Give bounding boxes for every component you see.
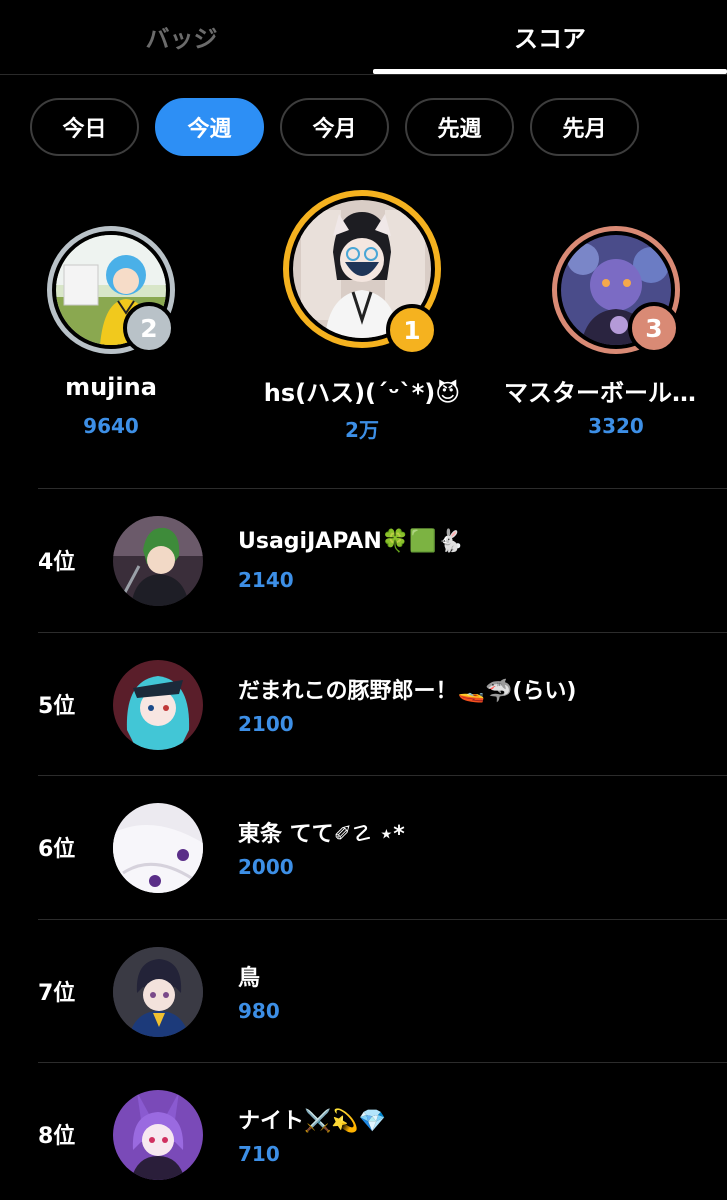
podium-score: 9640 — [83, 414, 139, 438]
rank-label: 5位 — [38, 693, 76, 719]
tab-badges[interactable]: バッジ — [0, 0, 363, 75]
podium-name: mujina — [65, 373, 157, 401]
user-name: 鳥 — [238, 965, 261, 991]
podium-first[interactable]: 1 hs(ハス)(ˊᵕˋ*)😈 2万 — [262, 190, 462, 450]
podium-second[interactable]: 2 mujina 9640 — [11, 190, 211, 450]
user-score: 2140 — [238, 568, 294, 592]
list-item[interactable]: 5位 だまれこの豚野郎ー！🚤🦈(らい) 2100 — [38, 631, 727, 776]
list-item[interactable]: 4位 UsagiJAPAN🍀🟩🐇 2140 — [38, 488, 727, 632]
avatar — [113, 1090, 203, 1180]
user-score: 2000 — [238, 855, 294, 879]
user-score: 2100 — [238, 711, 294, 736]
podium-third[interactable]: 3 マスターボール… 3320 — [504, 190, 716, 450]
chip-last-week[interactable]: 先週 — [405, 98, 514, 156]
chip-today[interactable]: 今日 — [30, 98, 139, 156]
podium-score: 2万 — [345, 418, 379, 442]
rank-label: 4位 — [38, 550, 76, 576]
user-score: 980 — [238, 998, 280, 1023]
chip-this-week[interactable]: 今週 — [155, 98, 264, 156]
chip-this-month[interactable]: 今月 — [280, 98, 389, 156]
avatar — [113, 516, 203, 606]
podium-score: 3320 — [588, 414, 644, 438]
rank-badge: 3 — [628, 302, 680, 354]
user-name: 東条 てて✐☡ ⋆* — [238, 822, 405, 847]
podium-name: マスターボール… — [504, 379, 696, 407]
user-name: UsagiJAPAN🍀🟩🐇 — [238, 529, 465, 554]
list-item[interactable]: 8位 ナイト⚔️💫💎 710 — [38, 1062, 727, 1200]
tab-bar: バッジ スコア — [0, 0, 727, 75]
avatar — [113, 659, 203, 750]
avatar — [113, 946, 203, 1037]
active-tab-indicator — [373, 69, 727, 74]
rank-badge: 2 — [123, 302, 175, 354]
podium: 2 mujina 9640 1 hs(ハス)(ˊᵕˋ*)😈 2万 3 マスターボ… — [0, 190, 727, 450]
tab-score[interactable]: スコア — [373, 0, 727, 75]
user-name: だまれこの豚野郎ー！🚤🦈(らい) — [238, 678, 577, 704]
podium-name: hs(ハス)(ˊᵕˋ*)😈 — [263, 379, 461, 407]
user-score: 710 — [238, 1142, 280, 1166]
rank-label: 6位 — [38, 837, 76, 863]
list-item[interactable]: 7位 鳥 980 — [38, 918, 727, 1063]
avatar — [113, 803, 203, 893]
user-name: ナイト⚔️💫💎 — [238, 1109, 387, 1134]
rank-label: 8位 — [38, 1124, 76, 1150]
ranking-list: 4位 UsagiJAPAN🍀🟩🐇 2140 5位 だまれこの豚野郎ー！🚤🦈(らい… — [38, 488, 727, 1200]
rank-badge: 1 — [386, 304, 438, 356]
list-item[interactable]: 6位 東条 てて✐☡ ⋆* 2000 — [38, 775, 727, 919]
rank-label: 7位 — [38, 980, 76, 1006]
chip-last-month[interactable]: 先月 — [530, 98, 639, 156]
